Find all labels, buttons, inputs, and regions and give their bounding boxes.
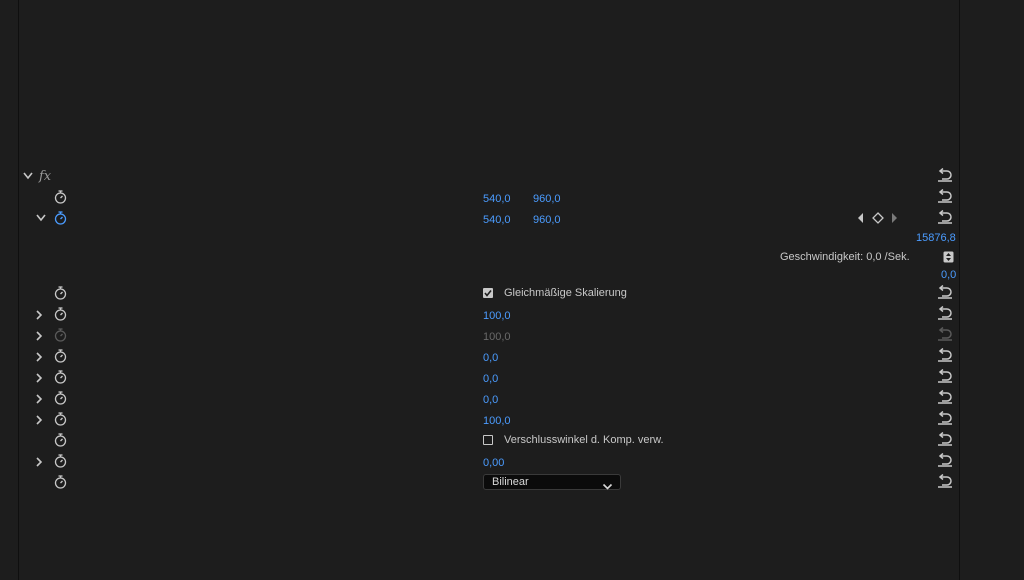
reset-icon[interactable] xyxy=(937,285,953,299)
property-value[interactable]: 0,0 xyxy=(483,394,498,407)
property-value[interactable]: 100,0 xyxy=(483,415,511,428)
stopwatch-icon[interactable] xyxy=(54,475,67,489)
panel-divider-left xyxy=(18,0,19,580)
reset-icon[interactable] xyxy=(937,210,953,224)
reset-icon[interactable] xyxy=(937,411,953,425)
reset-icon xyxy=(937,327,953,341)
value-x[interactable]: 540,0 xyxy=(483,193,511,206)
stopwatch-icon[interactable] xyxy=(54,307,67,321)
chevron-down-icon[interactable] xyxy=(35,213,47,223)
stopwatch-icon[interactable] xyxy=(54,211,67,225)
property-value[interactable]: 0,0 xyxy=(483,373,498,386)
sampling-dropdown[interactable]: Bilinear xyxy=(483,474,621,490)
reset-icon[interactable] xyxy=(937,189,953,203)
value-y[interactable]: 960,0 xyxy=(533,214,561,227)
stopwatch-icon[interactable] xyxy=(54,370,67,384)
reset-icon[interactable] xyxy=(937,168,953,182)
panel-divider-right xyxy=(959,0,960,580)
stopwatch-icon[interactable] xyxy=(54,454,67,468)
reset-icon[interactable] xyxy=(937,432,953,446)
reset-icon[interactable] xyxy=(937,453,953,467)
reset-icon[interactable] xyxy=(937,306,953,320)
next-keyframe-icon[interactable] xyxy=(890,212,898,224)
stopwatch-icon[interactable] xyxy=(54,433,67,447)
value-x[interactable]: 540,0 xyxy=(483,214,511,227)
stopwatch-icon[interactable] xyxy=(54,391,67,405)
effect-controls-panel: fx 540,0 960,0 540,0 960,0 15876,8 Gesch… xyxy=(0,0,1024,580)
chevron-right-icon[interactable] xyxy=(34,351,44,363)
shutter-angle-checkbox[interactable] xyxy=(483,435,493,445)
speed-min-value: 0,0 xyxy=(941,269,957,281)
fx-badge: fx xyxy=(39,169,52,184)
keyframe-diamond-icon[interactable] xyxy=(872,212,884,224)
chevron-right-icon[interactable] xyxy=(34,456,44,468)
chevron-right-icon[interactable] xyxy=(34,309,44,321)
chevron-down-icon[interactable] xyxy=(22,171,34,181)
property-value[interactable]: 0,00 xyxy=(483,457,504,470)
reset-icon[interactable] xyxy=(937,348,953,362)
stopwatch-icon[interactable] xyxy=(54,286,67,300)
chevron-right-icon[interactable] xyxy=(34,393,44,405)
chevron-right-icon[interactable] xyxy=(34,330,44,342)
reset-icon[interactable] xyxy=(937,474,953,488)
stopwatch-icon xyxy=(54,328,67,342)
chevron-right-icon[interactable] xyxy=(34,414,44,426)
stopwatch-icon[interactable] xyxy=(54,190,67,204)
dropdown-value: Bilinear xyxy=(492,476,529,488)
shutter-angle-label: Verschlusswinkel d. Komp. verw. xyxy=(504,434,664,446)
prev-keyframe-icon[interactable] xyxy=(857,212,865,224)
graph-handle-icon[interactable] xyxy=(943,250,954,268)
property-value-disabled: 100,0 xyxy=(483,331,511,343)
property-value[interactable]: 100,0 xyxy=(483,310,511,323)
uniform-scale-label: Gleichmäßige Skalierung xyxy=(504,287,627,299)
stopwatch-icon[interactable] xyxy=(54,349,67,363)
chevron-down-icon xyxy=(602,478,613,496)
uniform-scale-checkbox[interactable] xyxy=(483,288,493,298)
reset-icon[interactable] xyxy=(937,390,953,404)
value-y[interactable]: 960,0 xyxy=(533,193,561,206)
reset-icon[interactable] xyxy=(937,369,953,383)
speed-max-value: 15876,8 xyxy=(916,232,956,244)
chevron-right-icon[interactable] xyxy=(34,372,44,384)
property-value[interactable]: 0,0 xyxy=(483,352,498,365)
speed-label: Geschwindigkeit: 0,0 /Sek. xyxy=(780,251,910,263)
stopwatch-icon[interactable] xyxy=(54,412,67,426)
